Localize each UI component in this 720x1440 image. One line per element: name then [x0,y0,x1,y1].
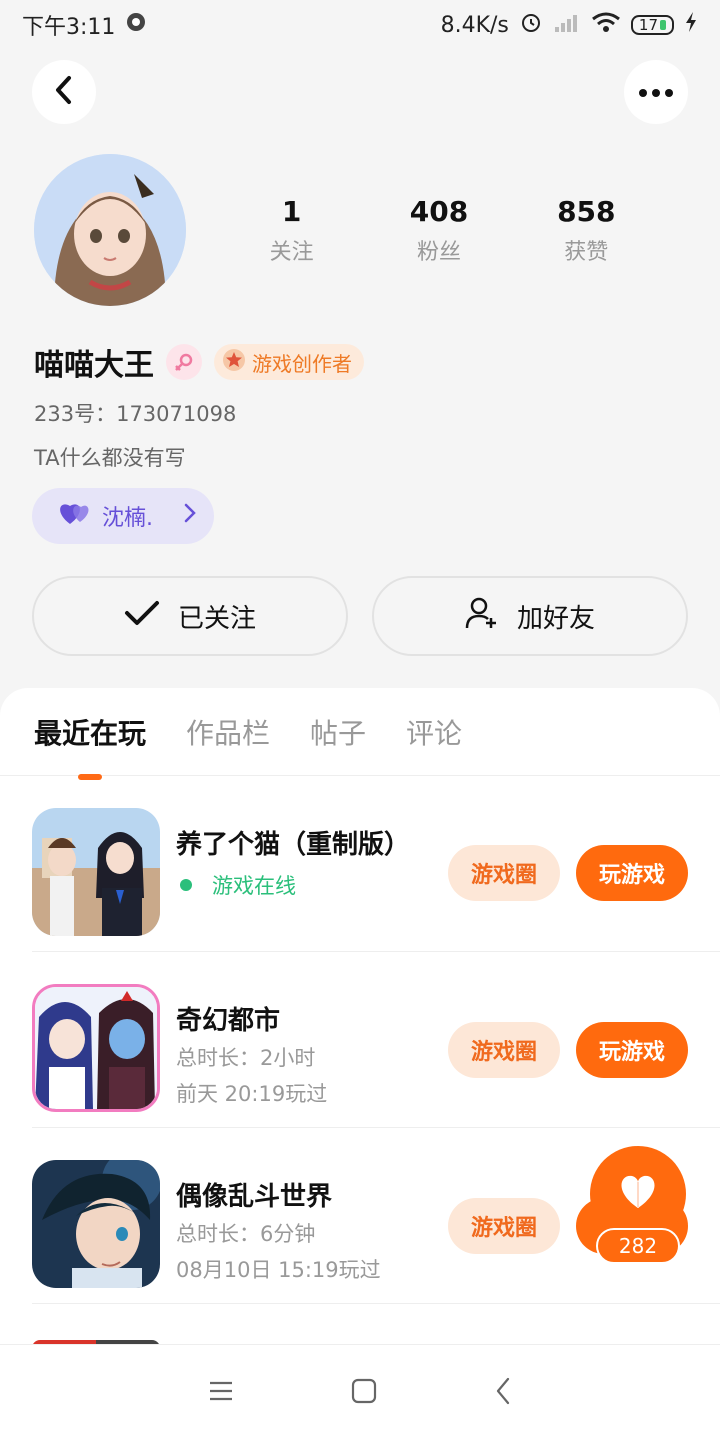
tab-works[interactable]: 作品栏 [186,712,270,752]
play-game-button[interactable]: 玩游戏 [576,1022,688,1078]
game-icon[interactable] [32,808,160,936]
stat-number: 408 [409,195,469,228]
game-duration: 总时长：6分钟 [176,1222,316,1246]
name-row: 喵喵大王 游戏创作者 [34,340,364,384]
double-heart-icon [58,500,92,532]
status-time: 下午3:11 [22,15,116,40]
following-label: 已关注 [177,603,256,634]
profile-name: 喵喵大王 [34,348,154,383]
game-icon[interactable] [32,984,160,1112]
signal-icon [553,11,581,39]
like-count: 282 [596,1228,680,1264]
profile-stats: 1 关注 408 粉丝 858 获赞 [218,195,660,266]
stat-number: 1 [281,195,302,228]
stat-likes[interactable]: 858 获赞 [516,195,656,266]
game-title: 偶像乱斗世界 [176,1182,333,1212]
tab-posts[interactable]: 帖子 [310,712,366,752]
stat-fans[interactable]: 408 粉丝 [369,195,509,266]
profile-tabs: 最近在玩 作品栏 帖子 评论 [0,688,720,776]
game-circle-button[interactable]: 游戏圈 [448,845,560,901]
alarm-icon [519,10,543,40]
menu-icon[interactable] [209,1380,233,1406]
check-icon [124,599,160,634]
status-bar: 下午3:11 8.4K/s 17 [0,0,720,50]
game-circle-button[interactable]: 游戏圈 [448,1022,560,1078]
charging-icon [684,11,698,39]
game-row[interactable]: 养了个猫（重制版） 游戏在线 游戏圈 玩游戏 [32,776,720,952]
add-friend-button[interactable]: 加好友 [372,576,688,656]
stat-label: 关注 [269,240,314,265]
stat-number: 858 [557,195,616,228]
cp-name: 沈楠. [102,506,153,531]
game-last-played: 前天 20:19玩过 [176,1082,328,1106]
notification-icon [125,11,147,39]
avatar[interactable] [34,154,186,306]
stat-label: 获赞 [564,240,609,265]
game-circle-button[interactable]: 游戏圈 [448,1198,560,1254]
game-row[interactable]: 奇幻都市 总时长：2小时 前天 20:19玩过 游戏圈 玩游戏 [32,952,720,1128]
creator-badge[interactable]: 游戏创作者 [214,344,364,380]
game-online-status: 游戏在线 [176,870,296,900]
home-icon[interactable] [351,1378,377,1408]
game-last-played: 08月10日 15:19玩过 [176,1258,381,1282]
chevron-right-icon [184,503,196,529]
back-arrow-icon [52,75,76,109]
back-button[interactable] [32,60,96,124]
female-gender-icon [166,344,202,380]
tab-recently-played[interactable]: 最近在玩 [34,712,146,752]
battery-fill [660,20,666,30]
following-button[interactable]: 已关注 [32,576,348,656]
stat-following[interactable]: 1 关注 [222,195,362,266]
nav-back-icon[interactable] [495,1377,511,1409]
online-dot [180,879,192,891]
more-button[interactable] [624,60,688,124]
game-icon[interactable] [32,1160,160,1288]
add-user-icon [465,596,499,637]
creator-star-icon [222,348,246,377]
game-title: 养了个猫（重制版） [176,830,411,860]
system-nav-bar [0,1344,720,1440]
net-speed: 8.4K/s [440,12,509,38]
tab-comments[interactable]: 评论 [406,712,462,752]
game-duration: 总时长：2小时 [176,1046,316,1070]
stat-label: 粉丝 [416,240,461,265]
game-title: 奇幻都市 [176,1006,281,1036]
add-friend-label: 加好友 [516,603,595,634]
battery-indicator: 17 [630,15,674,35]
online-label: 游戏在线 [212,874,296,898]
user-id: 233号：173071098 [34,402,237,426]
more-dots-icon [638,83,674,102]
user-bio: TA什么都没有写 [34,446,186,470]
play-game-button[interactable]: 玩游戏 [576,845,688,901]
cp-relation-pill[interactable]: 沈楠. [32,488,214,544]
battery-level: 17 [638,15,658,34]
creator-badge-label: 游戏创作者 [252,351,352,376]
heart-icon [618,1174,658,1214]
wifi-icon [591,11,621,39]
